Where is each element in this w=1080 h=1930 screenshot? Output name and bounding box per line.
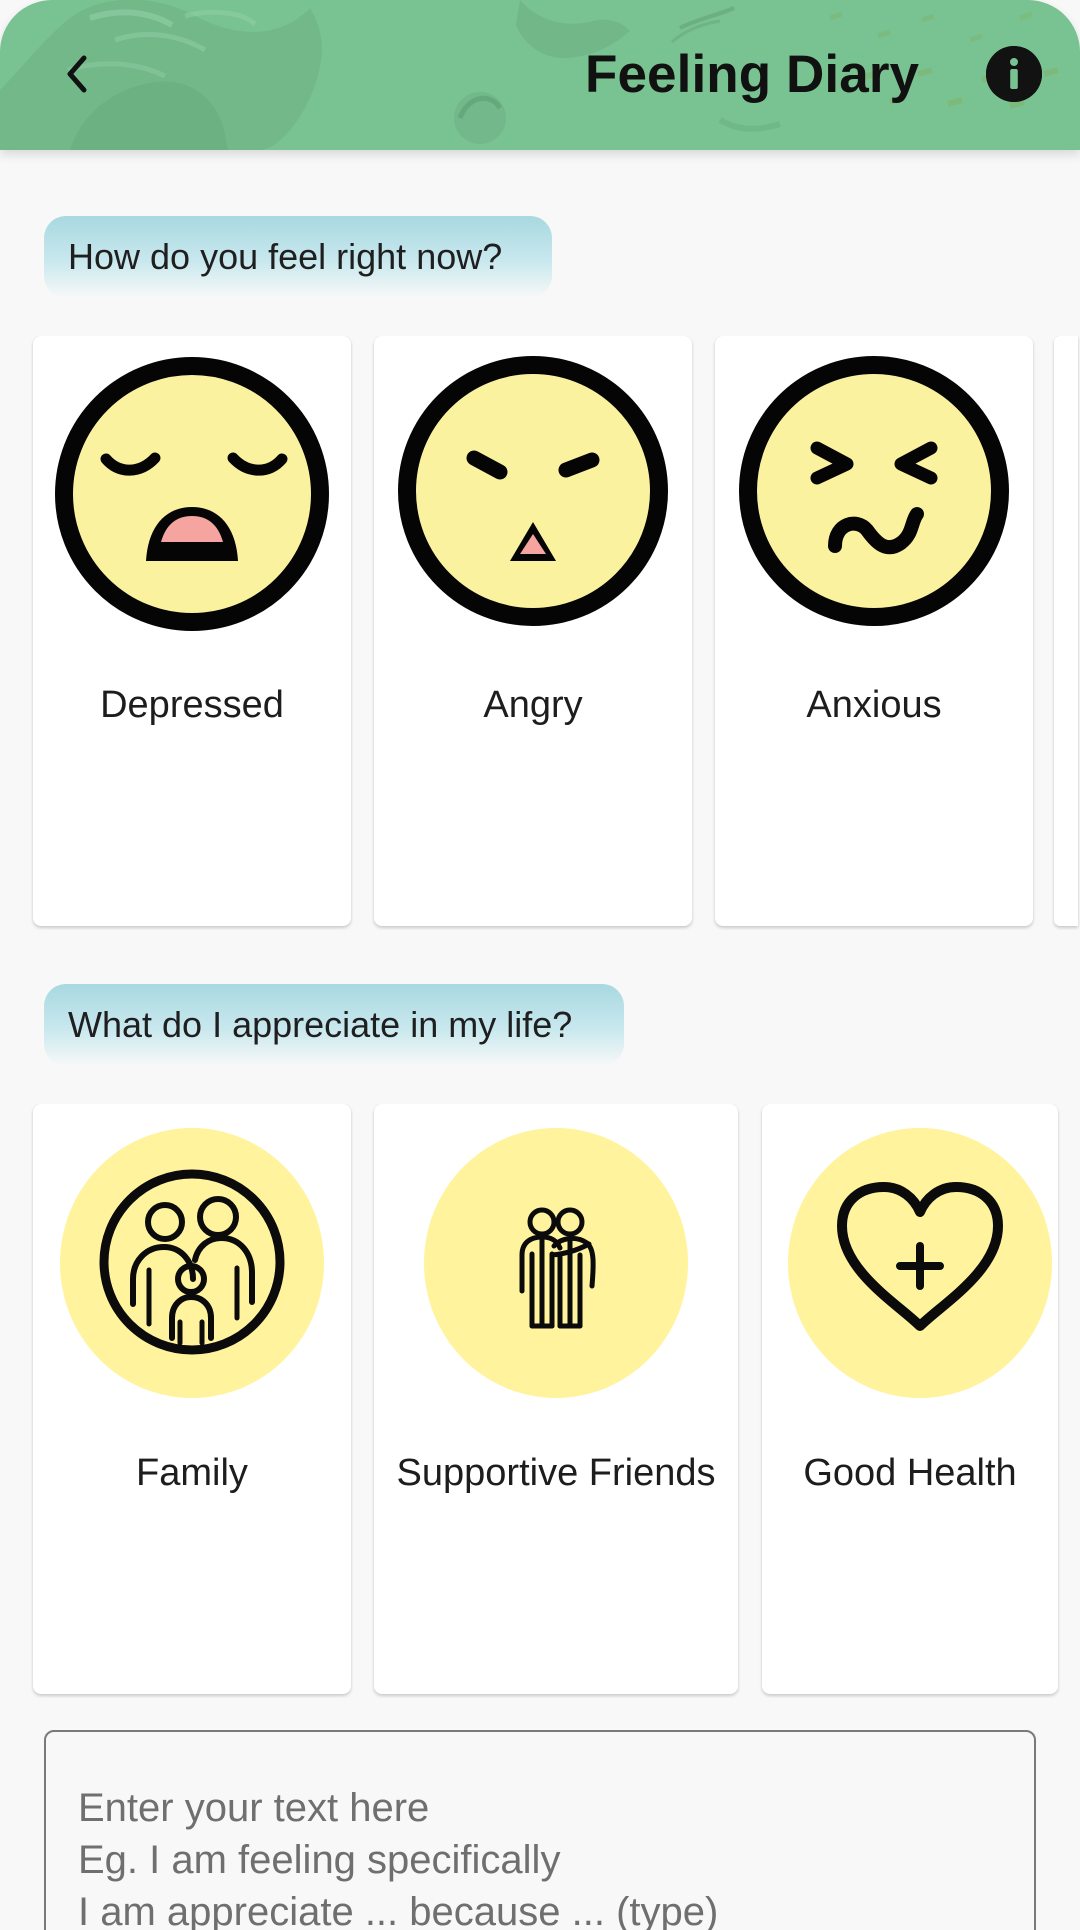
info-icon — [986, 46, 1042, 102]
appreciation-question: What do I appreciate in my life? — [44, 984, 624, 1066]
appreciation-label: Good Health — [803, 1452, 1017, 1494]
placeholder-line: I am appreciate ... because ... (type) — [78, 1890, 719, 1930]
appreciation-label: Family — [136, 1452, 248, 1494]
feeling-question: How do you feel right now? — [44, 216, 552, 298]
friends-icon — [424, 1128, 688, 1398]
feeling-label: Depressed — [100, 684, 284, 726]
feeling-card-angry[interactable]: Angry — [374, 336, 692, 926]
appreciation-card-family[interactable]: Family — [33, 1104, 351, 1694]
angry-face-icon — [398, 356, 668, 626]
feeling-label: Angry — [483, 684, 583, 726]
chevron-left-icon — [67, 55, 87, 93]
heart-plus-icon — [788, 1128, 1052, 1398]
appreciation-label: Supportive Friends — [396, 1452, 716, 1494]
appreciation-card-supportive-friends[interactable]: Supportive Friends — [374, 1104, 738, 1694]
feeling-card-anxious[interactable]: Anxious — [715, 336, 1033, 926]
feeling-label: Anxious — [806, 684, 942, 726]
placeholder-line: Eg. I am feeling specifically — [78, 1838, 561, 1882]
top-app-bar: Feeling Diary — [0, 0, 1080, 150]
page-title: Feeling Diary — [585, 45, 920, 104]
feeling-diary-screen: Feeling Diary How do you feel right now?… — [0, 0, 1080, 1930]
family-icon — [60, 1128, 324, 1398]
info-button[interactable] — [986, 46, 1042, 102]
placeholder-line: Enter your text here — [78, 1786, 430, 1830]
appreciation-options: Family Supportive Friends Good Health — [0, 1104, 1080, 1698]
feeling-options: Depressed Angry Anxious — [0, 336, 1080, 930]
anxious-face-icon — [739, 356, 1009, 626]
diary-text-input[interactable]: Enter your text here Eg. I am feeling sp… — [44, 1730, 1036, 1930]
next-card-peek — [1054, 336, 1078, 926]
feeling-card-depressed[interactable]: Depressed — [33, 336, 351, 926]
depressed-face-icon — [55, 357, 329, 631]
back-button[interactable] — [52, 42, 102, 106]
appreciation-card-good-health[interactable]: Good Health — [762, 1104, 1058, 1694]
